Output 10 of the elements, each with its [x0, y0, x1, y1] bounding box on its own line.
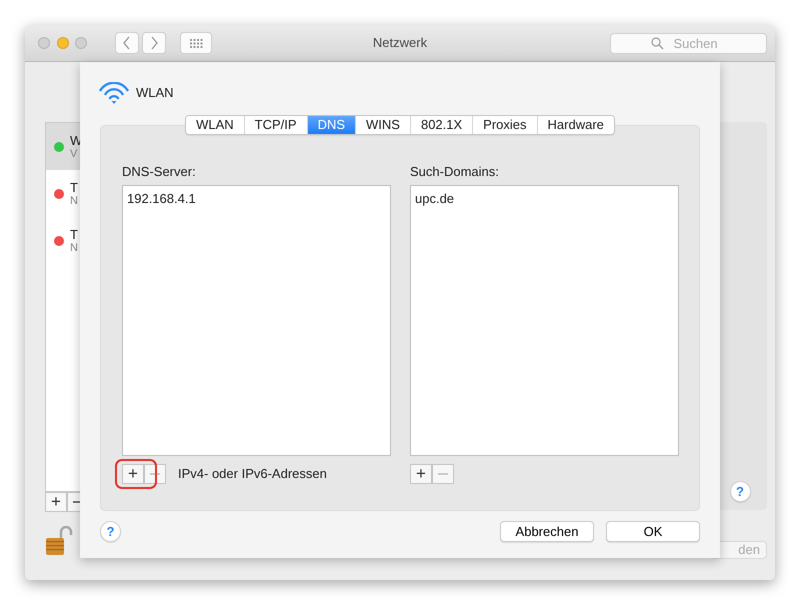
service-status: N: [70, 194, 78, 208]
list-label: DNS-Server:: [122, 163, 197, 181]
list-label: Such-Domains:: [410, 163, 500, 181]
hint-text: IPv4- oder IPv6-Adressen: [178, 464, 327, 483]
service-name: T: [70, 226, 78, 242]
service-name: T: [70, 180, 78, 194]
window-title: Netzwerk: [372, 34, 428, 52]
sheet-title: WLAN: [136, 84, 174, 102]
service-status: N: [70, 242, 78, 254]
service-status: V: [70, 148, 78, 160]
